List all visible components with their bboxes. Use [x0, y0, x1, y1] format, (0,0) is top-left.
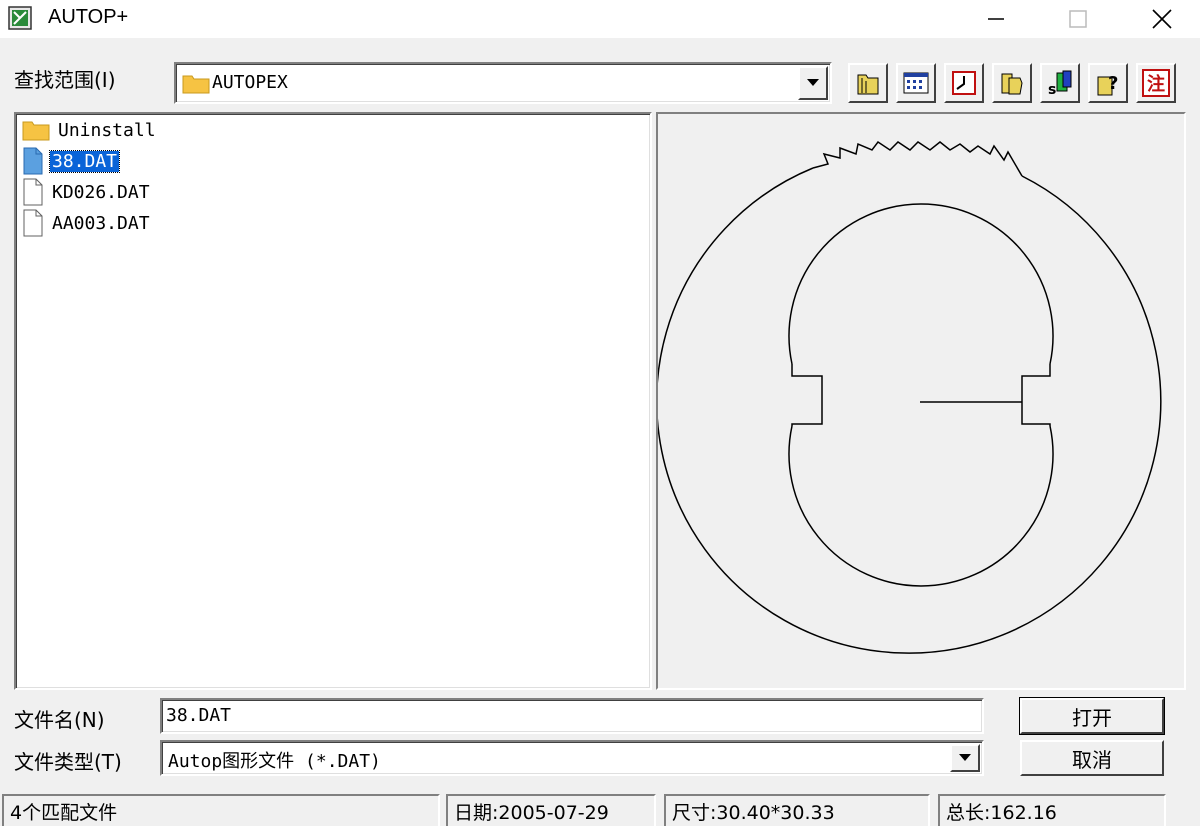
clock-icon: [952, 71, 976, 95]
toolbar-settings-button[interactable]: s: [1040, 63, 1080, 103]
filetype-value: Autop图形文件 (*.DAT): [168, 751, 381, 772]
svg-text:s: s: [1048, 82, 1056, 97]
filetype-label: 文件类型(T): [14, 750, 122, 774]
file-name: 38.DAT: [48, 149, 121, 173]
up-folder-icon: [857, 74, 879, 95]
window-title: AUTOP+: [48, 6, 129, 28]
filename-label: 文件名(N): [14, 708, 105, 732]
help-icon: ?: [1097, 73, 1118, 96]
filename-input[interactable]: 38.DAT: [160, 698, 984, 734]
note-icon: 注: [1142, 69, 1170, 97]
file-name: AA003.DAT: [52, 212, 150, 234]
drawing-preview: [656, 112, 1186, 690]
file-item-aa003-dat[interactable]: AA003.DAT: [22, 209, 152, 237]
lookin-value: AUTOPEX: [212, 72, 288, 93]
status-length: 总长:162.16: [938, 794, 1166, 826]
filetype-dropdown-button[interactable]: [950, 744, 980, 772]
status-date: 日期:2005-07-29: [446, 794, 656, 826]
copy-icon: [1001, 73, 1023, 95]
status-bar: 4个匹配文件 日期:2005-07-29 尺寸:30.40*30.33 总长:1…: [0, 792, 1200, 826]
folder-icon: [182, 75, 210, 94]
toolbar-list-view-button[interactable]: [896, 63, 936, 103]
minimize-button[interactable]: [968, 0, 1024, 38]
file-name: KD026.DAT: [52, 181, 150, 203]
file-icon: [23, 147, 43, 175]
file-icon: [23, 178, 43, 206]
toolbar-copy-button[interactable]: [992, 63, 1032, 103]
svg-text:?: ?: [1108, 73, 1118, 94]
title-bar: AUTOP+: [0, 0, 1200, 38]
toolbar-note-button[interactable]: 注: [1136, 63, 1176, 103]
file-item-38-dat[interactable]: 38.DAT: [22, 147, 121, 175]
toolbar-help-button[interactable]: ?: [1088, 63, 1128, 103]
folder-icon: [22, 121, 50, 141]
lookin-combo[interactable]: AUTOPEX: [174, 62, 832, 104]
file-icon: [23, 209, 43, 237]
maximize-icon: [1069, 10, 1087, 28]
autop-app-icon[interactable]: [8, 6, 32, 30]
drawing-preview-graphic: [656, 140, 1162, 654]
file-item-kd026-dat[interactable]: KD026.DAT: [22, 178, 152, 206]
list-view-icon: [903, 72, 929, 94]
toolbar-clock-button[interactable]: [944, 63, 984, 103]
cancel-button[interactable]: 取消: [1020, 740, 1164, 776]
lookin-dropdown-button[interactable]: [798, 66, 828, 100]
minimize-icon: [988, 18, 1004, 20]
file-item-uninstall[interactable]: Uninstall: [22, 116, 158, 144]
chevron-down-icon: [959, 754, 971, 761]
status-size: 尺寸:30.40*30.33: [664, 794, 930, 826]
close-icon: [1152, 9, 1172, 29]
settings-icon: s: [1048, 70, 1072, 97]
open-button[interactable]: 打开: [1019, 697, 1165, 735]
toolbar-up-folder-button[interactable]: [848, 63, 888, 103]
maximize-button[interactable]: [1050, 0, 1106, 38]
file-name: Uninstall: [58, 119, 156, 141]
chevron-down-icon: [807, 79, 819, 86]
file-list[interactable]: Uninstall 38.DAT KD026.DAT AA003.DAT: [14, 112, 652, 690]
status-count: 4个匹配文件: [2, 794, 440, 826]
filename-value: 38.DAT: [166, 705, 232, 726]
close-button[interactable]: [1134, 0, 1190, 38]
lookin-label: 查找范围(I): [14, 68, 116, 92]
filetype-select[interactable]: Autop图形文件 (*.DAT): [160, 740, 984, 776]
